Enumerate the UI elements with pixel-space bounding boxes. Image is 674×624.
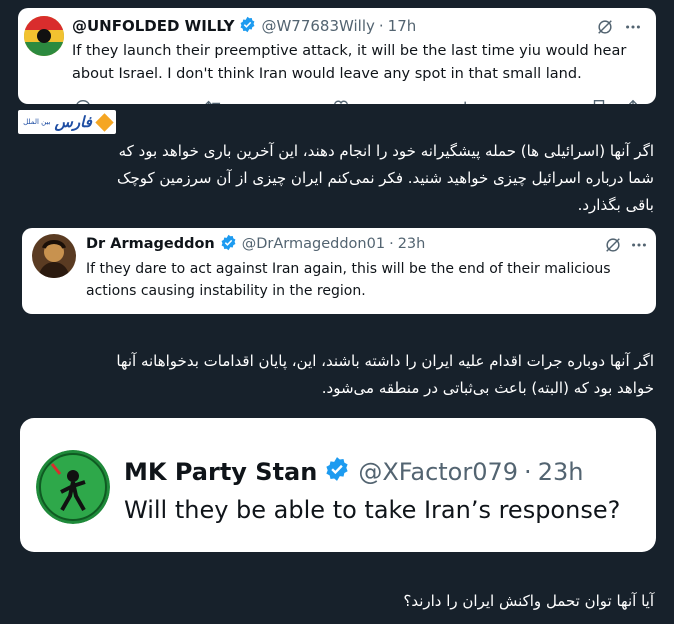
bookmark-icon[interactable] (590, 98, 608, 104)
verified-badge-icon (324, 456, 350, 488)
tweet-time[interactable]: 23h (398, 236, 426, 252)
fars-logo: فارس بین الملل (18, 110, 116, 134)
translation-1: اگر آنها (اسرائیلی ها) حمله پیشگیرانه خو… (14, 138, 654, 219)
translation-line: خواهد بود که (البته) باعث بی‌ثباتی در من… (321, 379, 654, 397)
tweet-time[interactable]: 23h (538, 458, 584, 486)
author-handle[interactable]: @XFactor079 (358, 458, 518, 486)
author-handle[interactable]: @W77683Willy (261, 17, 374, 35)
like-icon[interactable] (332, 98, 350, 104)
grok-icon[interactable] (596, 18, 614, 40)
author-name[interactable]: MK Party Stan (124, 458, 317, 486)
tweet-text-line: actions causing instability in the regio… (86, 283, 366, 299)
translation-3: آیا آنها توان تحمل واکنش ایران را دارند؟ (14, 588, 654, 615)
share-icon[interactable] (624, 98, 642, 104)
tweet-text-line: about Israel. I don't think Iran would l… (72, 66, 582, 82)
retweet-icon[interactable] (204, 98, 224, 104)
grok-icon[interactable] (604, 236, 622, 258)
translation-line: اگر آنها دوباره جرات اقدام علیه ایران را… (116, 352, 654, 370)
tweet-text: Will they be able to take Iran’s respons… (124, 496, 621, 524)
author-name[interactable]: @UNFOLDED WILLY (72, 17, 234, 35)
author-name[interactable]: Dr Armageddon (86, 236, 215, 252)
tweet-time[interactable]: 17h (388, 17, 417, 35)
verified-badge-icon (239, 16, 256, 37)
logo-subtext: بین الملل (23, 118, 51, 126)
translation-line: اگر آنها (اسرائیلی ها) حمله پیشگیرانه خو… (118, 142, 654, 160)
logo-mark-icon (95, 112, 114, 132)
translation-line: آیا آنها توان تحمل واکنش ایران را دارند؟ (403, 592, 654, 610)
tweet-card-2[interactable]: Dr Armageddon @DrArmageddon01 · 23h If t… (22, 228, 656, 314)
tweet-text-line: If they launch their preemptive attack, … (72, 43, 627, 59)
translation-line: شما درباره اسرائیل چیزی خواهید شنید. فکر… (117, 169, 654, 187)
translation-2: اگر آنها دوباره جرات اقدام علیه ایران را… (14, 348, 654, 402)
reply-icon[interactable] (74, 98, 92, 104)
tweet-text: If they launch their preemptive attack, … (72, 40, 626, 86)
separator-dot: · (378, 17, 384, 35)
separator-dot: · (524, 458, 532, 486)
tweet-card-1[interactable]: @UNFOLDED WILLY @W77683Willy · 17h If th… (18, 8, 656, 104)
views-icon[interactable] (458, 98, 476, 104)
separator-dot: · (389, 236, 394, 252)
avatar[interactable] (36, 450, 110, 524)
tweet-text: If they dare to act against Iran again, … (86, 258, 611, 302)
avatar[interactable] (24, 16, 64, 56)
logo-text: فارس (54, 113, 92, 131)
tweet-text-line: If they dare to act against Iran again, … (86, 261, 611, 277)
translation-line: باقی بگذارد. (577, 196, 654, 214)
more-icon[interactable] (624, 18, 642, 40)
author-handle[interactable]: @DrArmageddon01 (242, 236, 385, 252)
more-icon[interactable] (630, 236, 648, 258)
verified-badge-icon (220, 234, 237, 255)
tweet-card-3[interactable]: MK Party Stan @XFactor079 · 23h Will the… (20, 418, 656, 552)
avatar[interactable] (32, 234, 76, 278)
